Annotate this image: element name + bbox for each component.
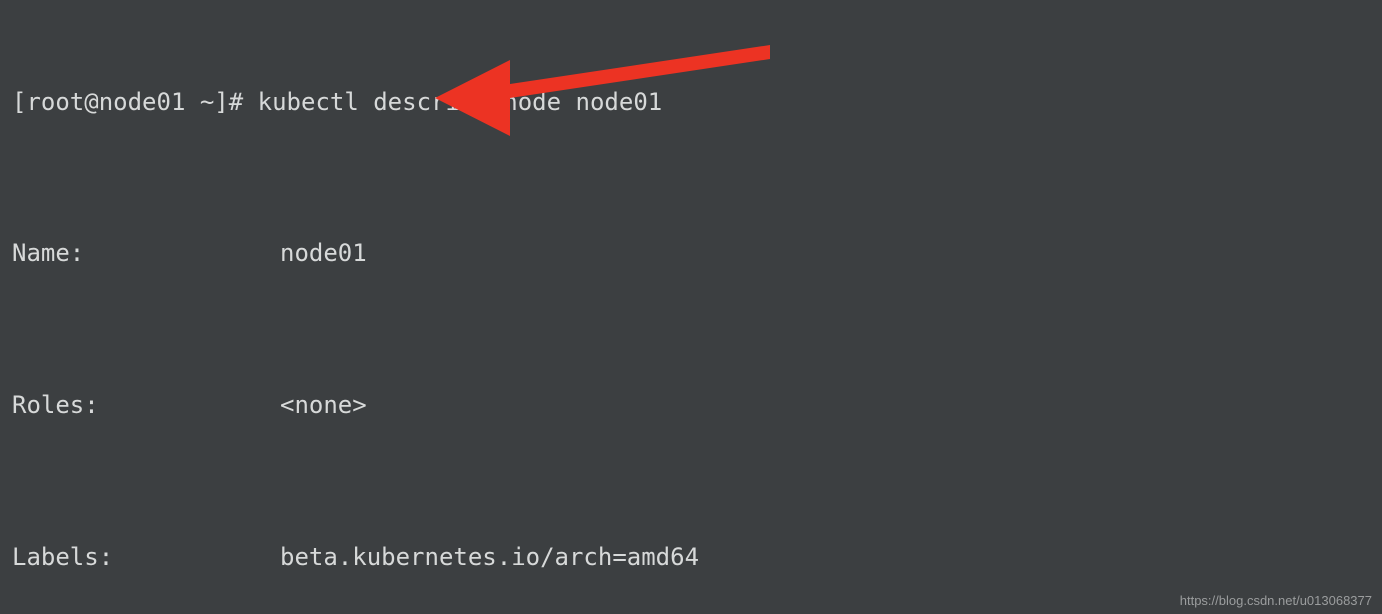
terminal-output[interactable]: [root@node01 ~]# kubectl describe node n…	[0, 0, 1382, 614]
watermark-text: https://blog.csdn.net/u013068377	[1180, 593, 1372, 608]
value-roles: <none>	[280, 387, 1340, 425]
row-labels-0: Labels:beta.kubernetes.io/arch=amd64	[12, 539, 1370, 577]
label-roles: Roles:	[12, 387, 280, 425]
row-roles: Roles:<none>	[12, 387, 1370, 425]
label-labels: Labels:	[12, 539, 280, 577]
value-name: node01	[280, 235, 1340, 273]
command-line: [root@node01 ~]# kubectl describe node n…	[12, 84, 1370, 122]
row-name: Name:node01	[12, 235, 1370, 273]
shell-prompt: [root@node01 ~]#	[12, 88, 258, 116]
value-labels-0: beta.kubernetes.io/arch=amd64	[280, 539, 1340, 577]
shell-command: kubectl describe node node01	[258, 88, 663, 116]
label-name: Name:	[12, 235, 280, 273]
